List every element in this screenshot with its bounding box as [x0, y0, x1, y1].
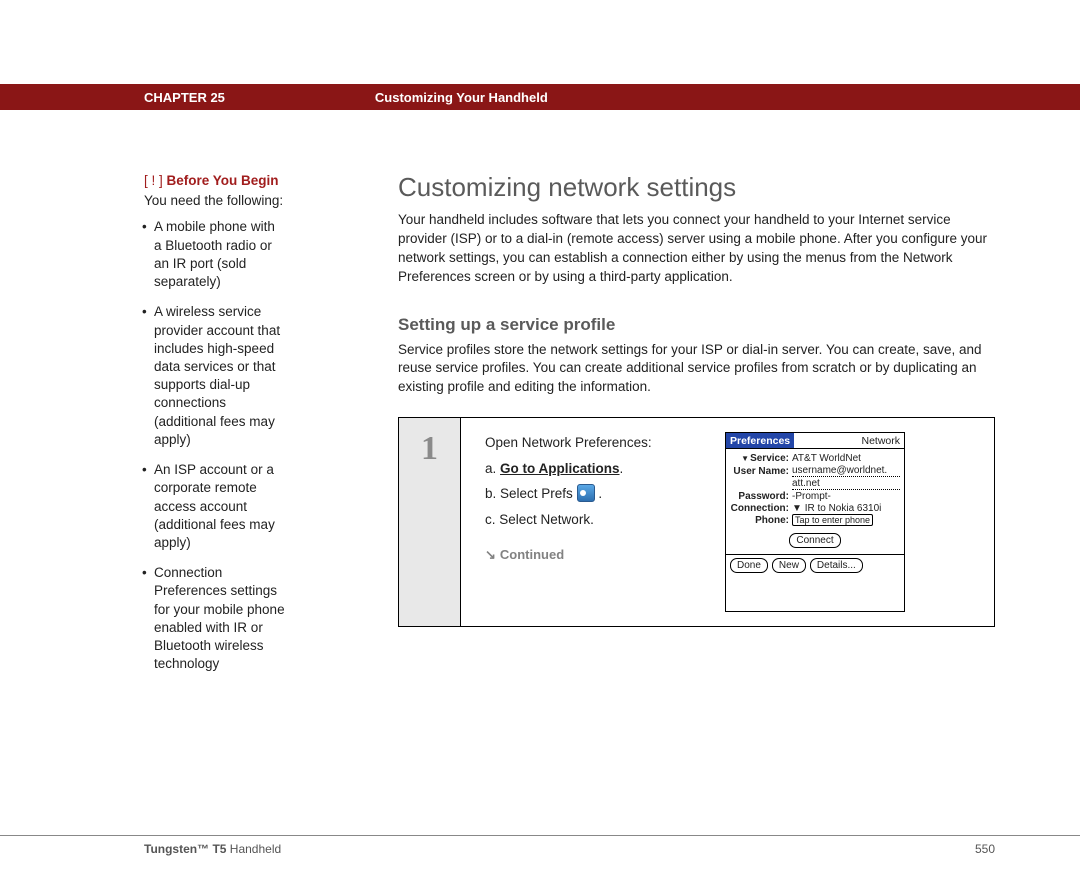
step-a: a. Go to Applications.	[485, 458, 695, 480]
screenshot-area: Preferences Network ▼Service: AT&T World…	[725, 432, 978, 612]
step-lead: Open Network Preferences:	[485, 432, 695, 454]
done-button[interactable]: Done	[730, 558, 768, 573]
dropdown-triangle-icon: ▼	[741, 454, 749, 463]
prefs-icon	[577, 484, 595, 502]
new-button[interactable]: New	[772, 558, 806, 573]
chapter-title: Customizing Your Handheld	[375, 90, 548, 105]
subintro-paragraph: Service profiles store the network setti…	[398, 341, 995, 398]
service-label: Service:	[750, 453, 789, 464]
step-instructions: Open Network Preferences: a. Go to Appli…	[485, 432, 695, 612]
list-item: A wireless service provider account that…	[144, 303, 286, 449]
sidebar-before-you-begin: [ ! ] Before You Begin You need the foll…	[0, 172, 310, 685]
page-heading: Customizing network settings	[398, 172, 995, 203]
password-label: Password:	[738, 491, 789, 502]
username-label: User Name:	[733, 466, 789, 477]
service-value: AT&T WorldNet	[792, 453, 900, 464]
step-c: c. Select Network.	[485, 509, 695, 531]
page-footer: Tungsten™ T5 Handheld 550	[0, 835, 1080, 856]
connection-label: Connection:	[731, 503, 789, 514]
byb-intro: You need the following:	[144, 192, 286, 210]
list-item: An ISP account or a corporate remote acc…	[144, 461, 286, 552]
dropdown-triangle-icon: ▼	[792, 503, 802, 514]
palm-preferences-screenshot: Preferences Network ▼Service: AT&T World…	[725, 432, 905, 612]
byb-list: A mobile phone with a Bluetooth radio or…	[144, 218, 286, 673]
step-number: 1	[421, 430, 438, 468]
details-button[interactable]: Details...	[810, 558, 863, 573]
palm-title-left: Preferences	[726, 433, 794, 448]
before-you-begin-label: [ ! ] Before You Begin	[144, 172, 286, 190]
chapter-label: CHAPTER 25	[144, 90, 225, 105]
main-content: Customizing network settings Your handhe…	[310, 172, 995, 685]
password-value: -Prompt-	[792, 491, 900, 502]
intro-paragraph: Your handheld includes software that let…	[398, 211, 995, 287]
continued-label: ↘Continued	[485, 545, 695, 566]
palm-title-right: Network	[794, 435, 904, 447]
list-item: Connection Preferences settings for your…	[144, 564, 286, 673]
phone-label: Phone:	[755, 515, 789, 526]
chapter-header-bar: CHAPTER 25 Customizing Your Handheld	[0, 84, 1080, 110]
step-box: 1 Open Network Preferences: a. Go to App…	[398, 417, 995, 627]
go-to-applications-link[interactable]: Go to Applications	[500, 461, 620, 476]
page-number: 550	[975, 842, 995, 856]
phone-value: Tap to enter phone	[792, 515, 900, 526]
connection-value: ▼ IR to Nokia 6310i	[792, 503, 900, 514]
subheading: Setting up a service profile	[398, 315, 995, 335]
list-item: A mobile phone with a Bluetooth radio or…	[144, 218, 286, 291]
byb-text: Before You Begin	[167, 173, 279, 188]
step-b: b. Select Prefs .	[485, 483, 695, 505]
step-number-cell: 1	[399, 418, 461, 626]
product-name: Tungsten™ T5 Handheld	[144, 842, 281, 856]
alert-brackets: [ ! ]	[144, 173, 163, 188]
continued-arrow-icon: ↘	[485, 545, 496, 566]
username-value-1: username@worldnet.	[792, 465, 900, 477]
connect-button[interactable]: Connect	[789, 533, 840, 548]
username-value-2: att.net	[792, 478, 900, 490]
